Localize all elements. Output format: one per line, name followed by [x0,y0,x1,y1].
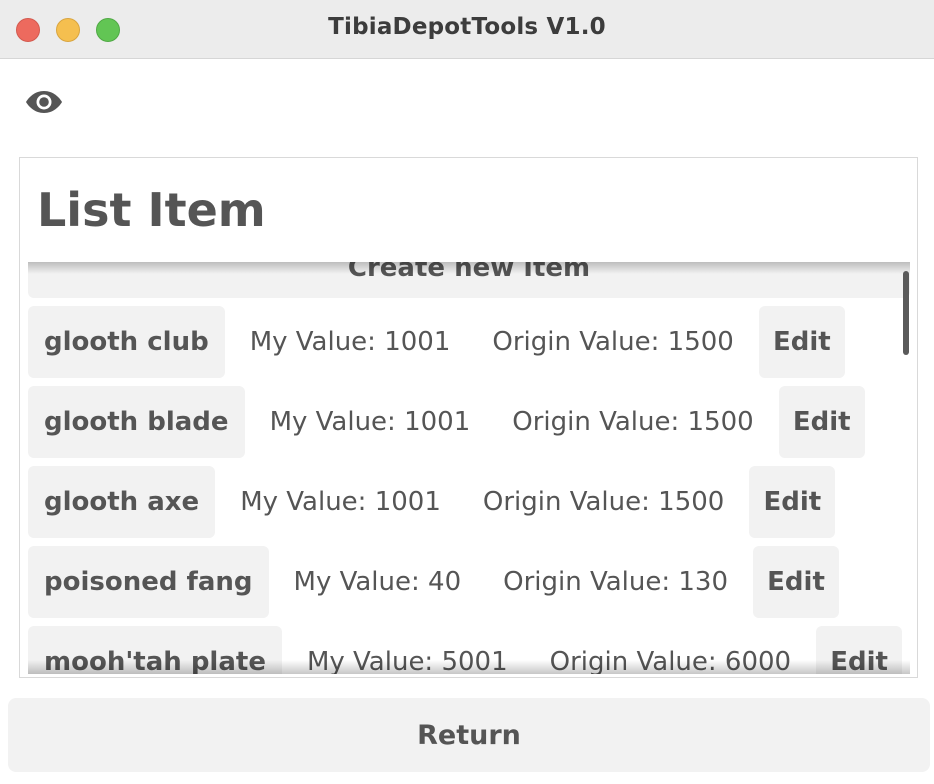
title-bar: TibiaDepotTools V1.0 [0,0,934,59]
origin-value-label: Origin Value: 1500 [482,487,725,517]
list-item: poisoned fang My Value: 40 Origin Value:… [28,546,840,618]
item-name-button[interactable]: glooth club [28,306,225,378]
eye-icon [26,91,62,113]
list-item: glooth club My Value: 1001 Origin Value:… [28,306,845,378]
item-name-button[interactable]: mooh'tah plate [28,626,282,674]
item-name-button[interactable]: glooth blade [28,386,245,458]
my-value-label: My Value: 1001 [269,407,471,437]
edit-button[interactable]: Edit [749,466,836,538]
my-value-label: My Value: 40 [293,567,462,597]
vertical-scrollbar[interactable] [903,271,909,355]
panel-title: List Item [37,183,266,237]
edit-button[interactable]: Edit [753,546,840,618]
app-window: TibiaDepotTools V1.0 List Item Create ne… [0,0,934,784]
edit-button[interactable]: Edit [778,386,865,458]
list-item: glooth blade My Value: 1001 Origin Value… [28,386,865,458]
return-button[interactable]: Return [8,698,930,772]
edit-button[interactable]: Edit [758,306,845,378]
toggle-visibility-button[interactable] [22,84,66,120]
item-name-button[interactable]: poisoned fang [28,546,269,618]
my-value-label: My Value: 1001 [249,327,451,357]
window-title: TibiaDepotTools V1.0 [328,14,606,40]
origin-value-label: Origin Value: 6000 [549,647,792,674]
create-new-item-button[interactable]: Create new Item [28,262,910,298]
my-value-label: My Value: 5001 [306,647,508,674]
list-item: glooth axe My Value: 1001 Origin Value: … [28,466,836,538]
origin-value-label: Origin Value: 1500 [512,407,754,437]
item-list-scroll-area[interactable]: Create new Item glooth club My Value: 10… [28,262,910,674]
item-name-button[interactable]: glooth axe [28,466,216,538]
edit-button[interactable]: Edit [816,626,903,674]
list-item: mooh'tah plate My Value: 5001 Origin Val… [28,626,903,674]
origin-value-label: Origin Value: 130 [503,567,729,597]
item-list-panel: List Item Create new Item glooth club My… [19,157,918,678]
origin-value-label: Origin Value: 1500 [492,327,734,357]
my-value-label: My Value: 1001 [240,487,441,517]
